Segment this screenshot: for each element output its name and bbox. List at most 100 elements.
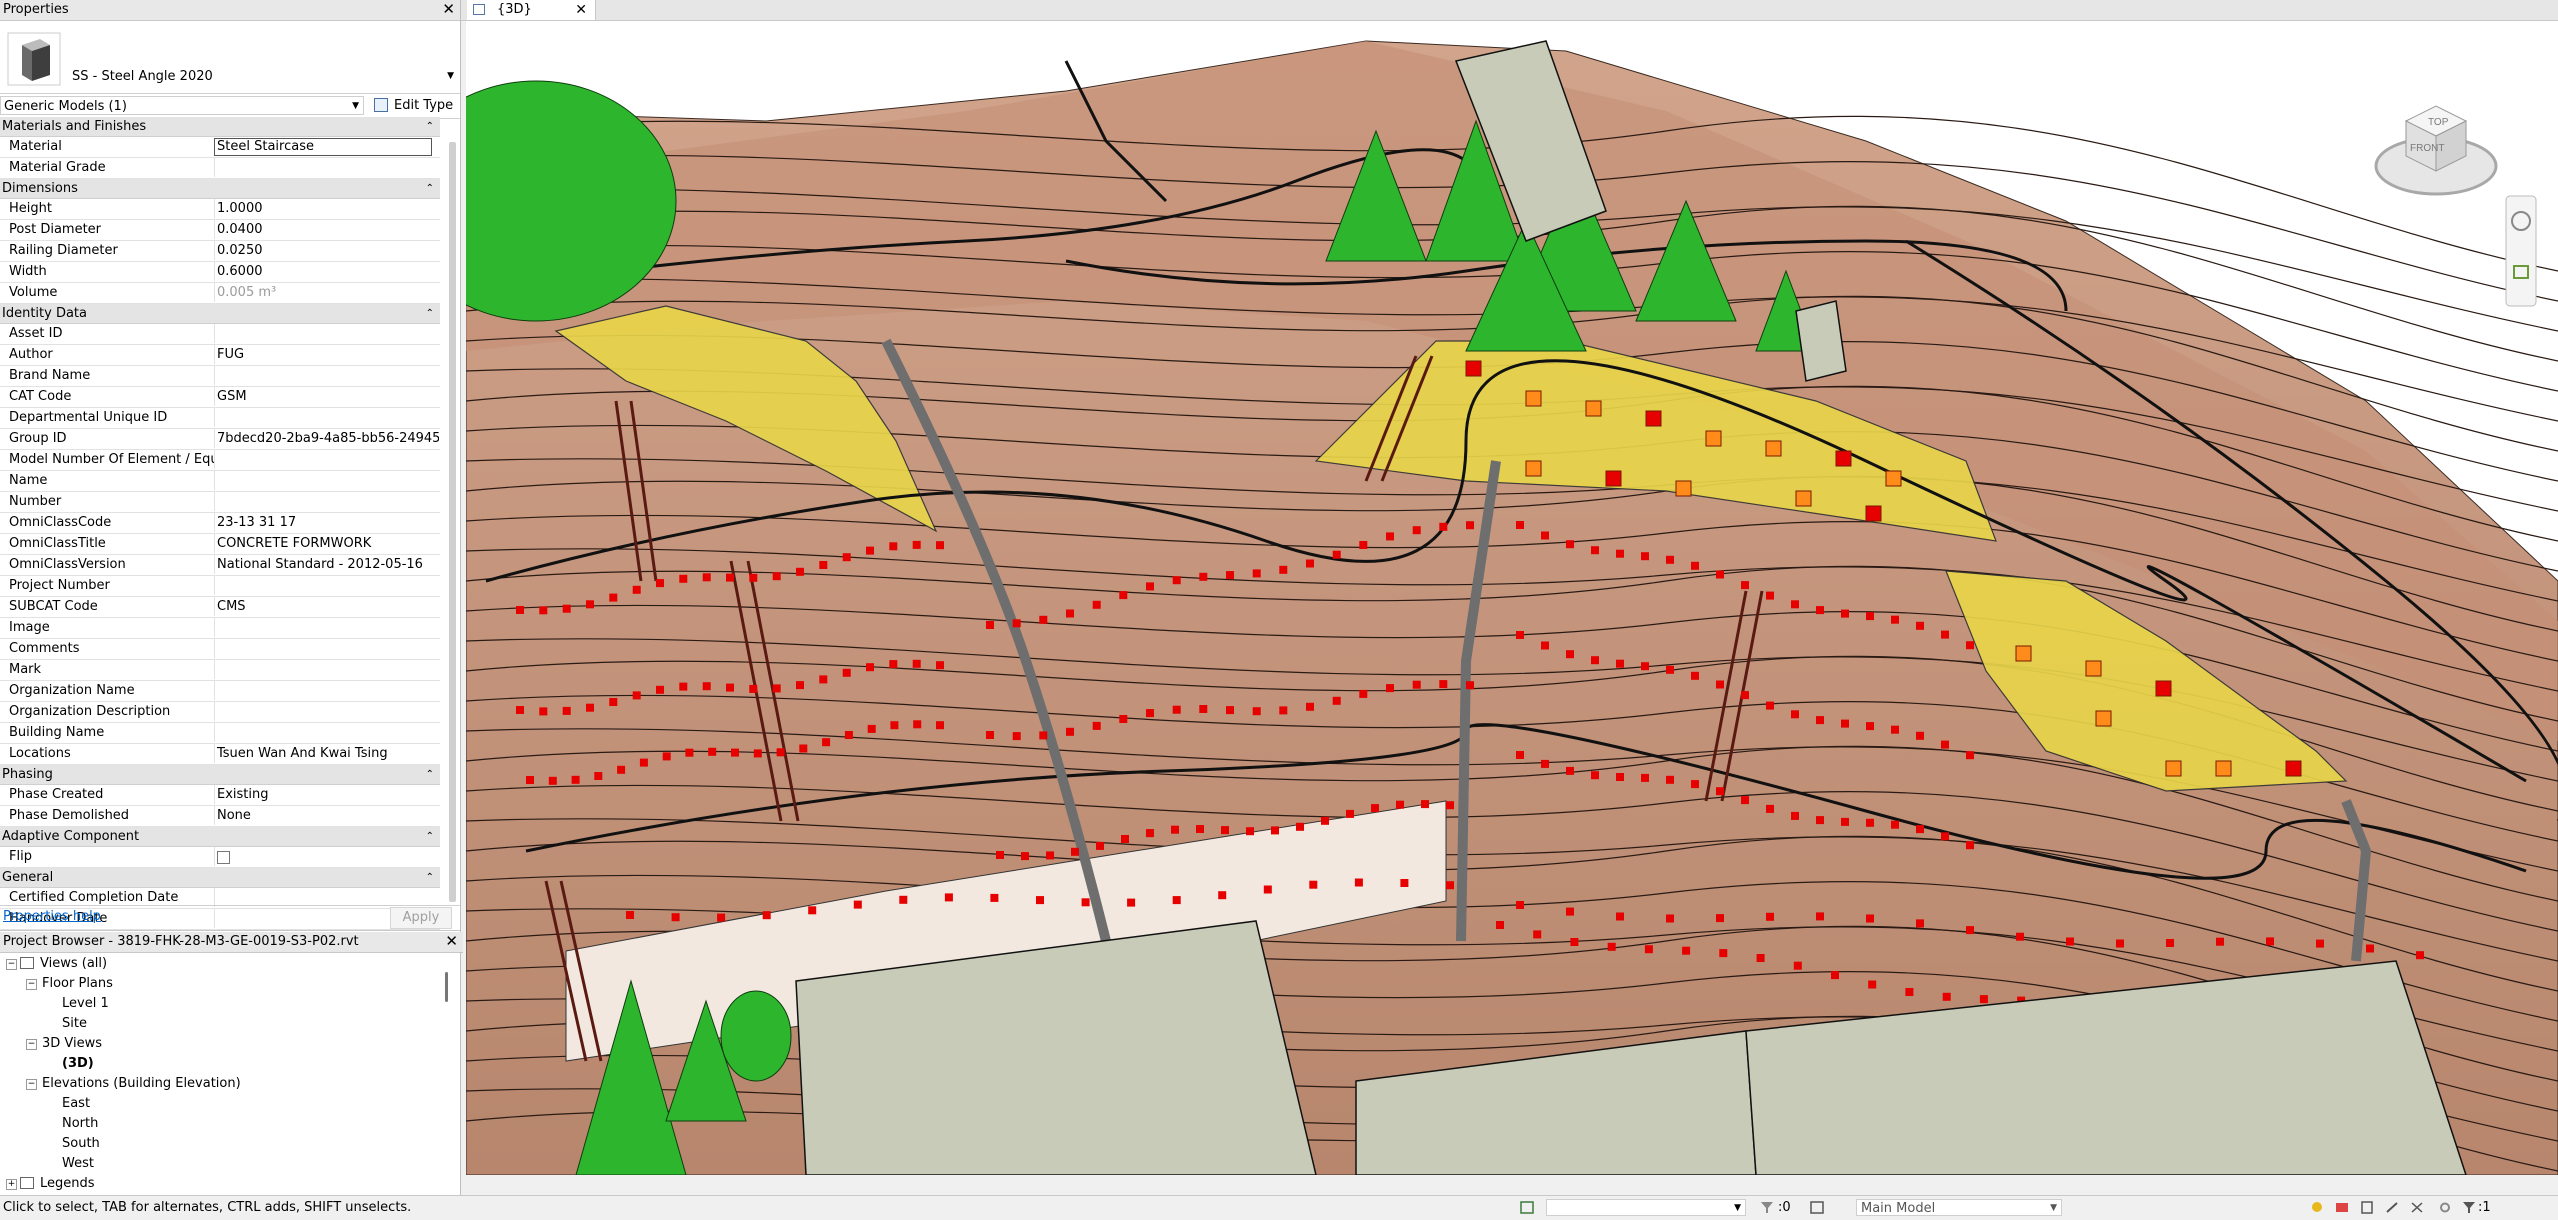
weephole-marker[interactable]	[1516, 521, 1524, 529]
property-value-field[interactable]: Tsuen Wan And Kwai Tsing	[214, 744, 439, 763]
weephole-marker[interactable]	[1146, 829, 1154, 838]
weephole-marker[interactable]	[1354, 878, 1363, 887]
weephole-marker[interactable]	[1119, 715, 1128, 723]
weephole-marker[interactable]	[1644, 945, 1653, 954]
weephole-marker[interactable]	[1226, 571, 1234, 580]
weephole-marker[interactable]	[1816, 606, 1824, 615]
weephole-marker[interactable]	[1941, 630, 1949, 639]
weephole-marker[interactable]	[1012, 619, 1021, 628]
type-selector[interactable]: SS - Steel Angle 2020 ▼	[0, 21, 460, 94]
weephole-marker[interactable]	[1641, 662, 1649, 671]
formwork-marker[interactable]	[1605, 470, 1622, 487]
weephole-marker[interactable]	[749, 684, 758, 693]
collapse-icon[interactable]: ⌃	[426, 868, 434, 887]
weephole-marker[interactable]	[726, 573, 734, 582]
property-group-header[interactable]: Materials and Finishes ⌃	[0, 117, 440, 137]
properties-help-link[interactable]: Properties help	[3, 909, 101, 924]
weephole-marker[interactable]	[1021, 852, 1029, 861]
browser-tree-node[interactable]: (3D)	[0, 1054, 460, 1074]
weephole-marker[interactable]	[2066, 937, 2074, 946]
weephole-marker[interactable]	[1566, 650, 1574, 659]
weephole-marker[interactable]	[656, 579, 664, 588]
weephole-marker[interactable]	[1866, 914, 1874, 923]
weephole-marker[interactable]	[562, 706, 571, 715]
browser-tree-node[interactable]: North	[0, 1114, 460, 1134]
weephole-marker[interactable]	[1866, 612, 1874, 621]
weephole-marker[interactable]	[986, 731, 994, 739]
weephole-marker[interactable]	[1682, 946, 1691, 955]
weephole-marker[interactable]	[1756, 954, 1765, 962]
weephole-marker[interactable]	[1566, 540, 1574, 549]
property-value-field[interactable]	[214, 618, 439, 637]
weephole-marker[interactable]	[936, 541, 944, 550]
weephole-marker[interactable]	[1296, 822, 1304, 831]
weephole-marker[interactable]	[1641, 773, 1649, 782]
weephole-marker[interactable]	[708, 747, 717, 756]
weephole-marker[interactable]	[1841, 609, 1849, 618]
weephole-marker[interactable]	[1791, 600, 1799, 609]
property-value-field[interactable]: Steel Staircase	[214, 138, 432, 156]
property-value-field[interactable]	[214, 408, 439, 427]
weephole-marker[interactable]	[1412, 680, 1421, 689]
weephole-marker[interactable]	[1306, 702, 1314, 711]
weephole-marker[interactable]	[1446, 801, 1454, 810]
weephole-marker[interactable]	[1741, 691, 1749, 700]
weephole-marker[interactable]	[539, 707, 548, 716]
weephole-marker[interactable]	[702, 682, 711, 691]
property-group-header[interactable]: General ⌃	[0, 868, 440, 888]
weephole-marker[interactable]	[1516, 751, 1524, 759]
weephole-marker[interactable]	[1533, 930, 1542, 939]
property-value-field[interactable]: 0.0250	[214, 241, 439, 260]
weephole-marker[interactable]	[1221, 826, 1229, 835]
property-value-field[interactable]: Existing	[214, 785, 439, 804]
weephole-marker[interactable]	[1127, 898, 1136, 907]
formwork-marker[interactable]	[1465, 360, 1482, 377]
weephole-marker[interactable]	[1766, 912, 1774, 921]
weephole-marker[interactable]	[1966, 641, 1974, 650]
weephole-marker[interactable]	[1866, 818, 1874, 827]
formwork-marker[interactable]	[1765, 440, 1782, 457]
property-value-field[interactable]: None	[214, 806, 439, 825]
formwork-marker[interactable]	[2085, 660, 2102, 677]
weephole-marker[interactable]	[1816, 716, 1824, 725]
weephole-marker[interactable]	[1541, 759, 1549, 768]
browser-tree-node[interactable]: West	[0, 1154, 460, 1174]
weephole-marker[interactable]	[1541, 531, 1549, 540]
edit-type-button[interactable]: Edit Type	[372, 96, 453, 115]
properties-scrollbar[interactable]	[449, 142, 456, 902]
weephole-marker[interactable]	[1386, 684, 1394, 693]
weephole-marker[interactable]	[749, 573, 758, 582]
workset-icon[interactable]	[1520, 1201, 1534, 1214]
property-value-field[interactable]	[214, 702, 439, 721]
weephole-marker[interactable]	[639, 758, 648, 767]
property-value-field[interactable]	[214, 450, 439, 469]
property-value-field[interactable]	[214, 492, 439, 511]
weephole-marker[interactable]	[594, 772, 603, 780]
formwork-marker[interactable]	[1865, 505, 1882, 522]
weephole-marker[interactable]	[2116, 939, 2124, 948]
weephole-marker[interactable]	[1741, 581, 1749, 590]
weephole-marker[interactable]	[890, 721, 899, 730]
chevron-down-icon[interactable]: ▼	[447, 71, 454, 81]
select-underlay-icon[interactable]	[2335, 1201, 2349, 1214]
property-value-field[interactable]	[214, 158, 439, 177]
weephole-marker[interactable]	[1439, 680, 1448, 689]
weephole-marker[interactable]	[819, 675, 828, 684]
collapse-icon[interactable]: −	[26, 1079, 37, 1090]
formwork-marker[interactable]	[1585, 400, 1602, 417]
weephole-marker[interactable]	[772, 572, 781, 581]
weephole-marker[interactable]	[1119, 591, 1128, 600]
weephole-marker[interactable]	[1766, 591, 1774, 600]
weephole-marker[interactable]	[685, 748, 694, 757]
weephole-marker[interactable]	[1766, 804, 1774, 813]
collapse-icon[interactable]: ⌃	[426, 304, 434, 323]
collapse-icon[interactable]: −	[6, 959, 17, 970]
property-value-field[interactable]	[214, 366, 439, 385]
property-value-field[interactable]	[214, 847, 439, 866]
weephole-marker[interactable]	[866, 663, 874, 672]
select-by-face-icon[interactable]	[2385, 1201, 2399, 1214]
weephole-marker[interactable]	[1616, 912, 1624, 921]
weephole-marker[interactable]	[1591, 546, 1599, 555]
weephole-marker[interactable]	[1816, 816, 1824, 825]
formwork-marker[interactable]	[2285, 760, 2302, 777]
